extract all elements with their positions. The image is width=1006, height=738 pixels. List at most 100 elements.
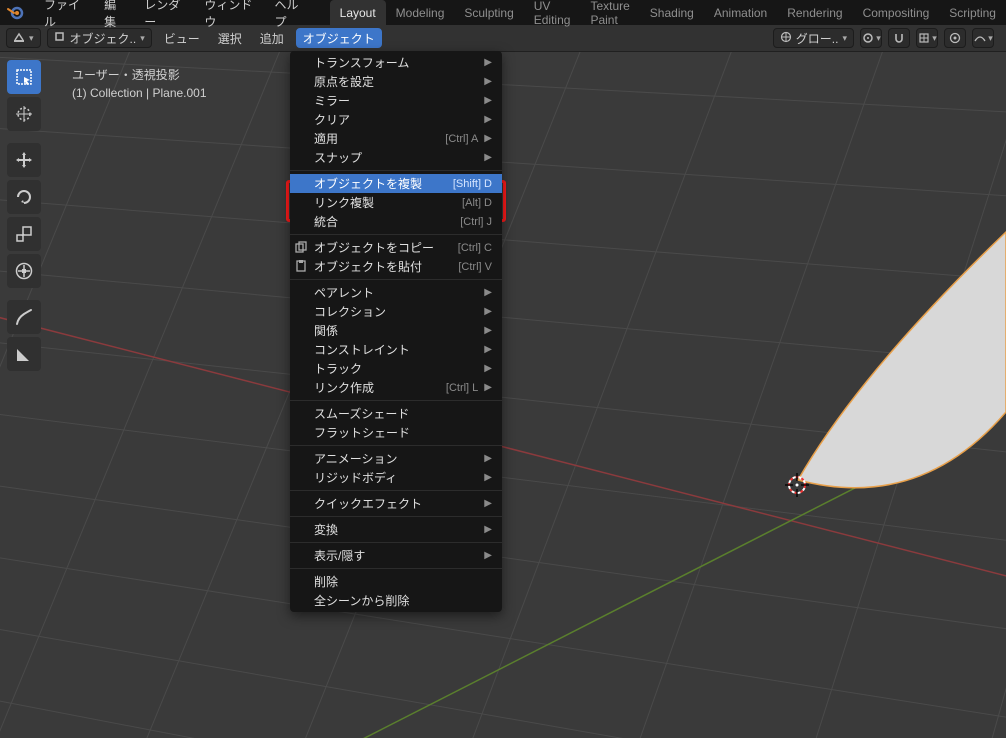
menu-item[interactable]: 全シーンから削除 <box>290 591 502 610</box>
3d-viewport[interactable]: ユーザー・透視投影 (1) Collection | Plane.001 <box>0 52 1006 738</box>
menu-item-label: リンク複製 <box>314 194 374 211</box>
tool-rotate[interactable] <box>7 180 41 214</box>
tool-annotate[interactable] <box>7 300 41 334</box>
menu-item-label: ミラー <box>314 92 350 109</box>
proportional-falloff[interactable]: ▾ <box>972 28 994 48</box>
tool-scale[interactable] <box>7 217 41 251</box>
overlay-collection: (1) Collection | Plane.001 <box>72 84 207 102</box>
menu-file[interactable]: ファイル <box>34 0 94 25</box>
chevron-right-icon: ▶ <box>484 133 492 144</box>
menu-item[interactable]: 原点を設定▶ <box>290 72 502 91</box>
menu-item-label: クイックエフェクト <box>314 495 422 512</box>
menu-item[interactable]: スムーズシェード <box>290 404 502 423</box>
menu-separator <box>290 568 502 569</box>
chevron-right-icon: ▶ <box>484 114 492 125</box>
menu-item-label: 全シーンから削除 <box>314 592 409 609</box>
menu-item[interactable]: 表示/隠す ▶ <box>290 546 502 565</box>
tool-cursor[interactable] <box>7 97 41 131</box>
menu-add[interactable]: 追加 <box>254 28 290 48</box>
paste-icon <box>294 259 310 275</box>
chevron-right-icon: ▶ <box>484 325 492 336</box>
snap-toggle[interactable] <box>888 28 910 48</box>
menu-select[interactable]: 選択 <box>212 28 248 48</box>
menu-item[interactable]: リンク作成[Ctrl] L▶ <box>290 378 502 397</box>
orientation-selector[interactable]: グロー.. ▾ <box>773 28 854 48</box>
menu-item-label: トランスフォーム <box>314 54 409 71</box>
menu-view[interactable]: ビュー <box>158 28 206 48</box>
copy-icon <box>294 240 310 256</box>
menu-item[interactable]: 変換▶ <box>290 520 502 539</box>
menu-item[interactable]: オブジェクトを貼付[Ctrl] V <box>290 257 502 276</box>
menu-item-label: 変換 <box>314 521 338 538</box>
tool-move[interactable] <box>7 143 41 177</box>
chevron-right-icon: ▶ <box>484 152 492 163</box>
menu-item[interactable]: オブジェクトをコピー[Ctrl] C <box>290 238 502 257</box>
chevron-right-icon: ▶ <box>484 95 492 106</box>
tool-transform[interactable] <box>7 254 41 288</box>
tab-rendering[interactable]: Rendering <box>777 0 852 25</box>
menu-item[interactable]: 削除 <box>290 572 502 591</box>
menu-separator <box>290 516 502 517</box>
menu-item[interactable]: コレクション▶ <box>290 302 502 321</box>
menu-edit[interactable]: 編集 <box>94 0 134 25</box>
menu-item-label: リンク作成 <box>314 379 374 396</box>
tab-modeling[interactable]: Modeling <box>386 0 455 25</box>
tool-select-box[interactable] <box>7 60 41 94</box>
chevron-right-icon: ▶ <box>484 57 492 68</box>
menu-item-label: クリア <box>314 111 350 128</box>
mode-selector[interactable]: オブジェク.. ▾ <box>47 28 152 48</box>
menu-item[interactable]: トラック▶ <box>290 359 502 378</box>
tab-shading[interactable]: Shading <box>640 0 704 25</box>
menu-shortcut: [Ctrl] L <box>446 382 478 394</box>
chevron-right-icon: ▶ <box>484 550 492 561</box>
menu-item[interactable]: クリア ▶ <box>290 110 502 129</box>
menu-help[interactable]: ヘルプ <box>265 0 315 25</box>
proportional-edit-toggle[interactable] <box>944 28 966 48</box>
object-mode-icon <box>54 31 66 46</box>
menu-separator <box>290 445 502 446</box>
menu-item[interactable]: トランスフォーム ▶ <box>290 53 502 72</box>
tab-scripting[interactable]: Scripting <box>939 0 1006 25</box>
menu-item-label: 表示/隠す <box>314 547 365 564</box>
tool-measure[interactable] <box>7 337 41 371</box>
menu-object[interactable]: オブジェクト <box>296 28 382 48</box>
menu-render[interactable]: レンダー <box>134 0 194 25</box>
menu-item-label: コンストレイント <box>314 341 410 358</box>
menu-item[interactable]: スナップ▶ <box>290 148 502 167</box>
chevron-down-icon: ▾ <box>988 33 993 44</box>
menu-separator <box>290 170 502 171</box>
menu-item[interactable]: コンストレイント▶ <box>290 340 502 359</box>
menu-item[interactable]: ペアレント▶ <box>290 283 502 302</box>
menu-item[interactable]: 統合[Ctrl] J <box>290 212 502 231</box>
menu-item[interactable]: リンク複製[Alt] D <box>290 193 502 212</box>
menu-separator <box>290 400 502 401</box>
pivot-selector[interactable]: ▾ <box>860 28 882 48</box>
globe-icon <box>780 31 792 46</box>
menu-item[interactable]: アニメーション▶ <box>290 449 502 468</box>
menu-item[interactable]: ミラー ▶ <box>290 91 502 110</box>
menu-item[interactable]: オブジェクトを複製[Shift] D <box>290 174 502 193</box>
menu-item[interactable]: 適用[Ctrl] A▶ <box>290 129 502 148</box>
menu-item-label: 関係 <box>314 322 338 339</box>
mode-label: オブジェク.. <box>70 30 137 47</box>
menu-item[interactable]: クイックエフェクト▶ <box>290 494 502 513</box>
tab-texture-paint[interactable]: Texture Paint <box>580 0 639 25</box>
tab-animation[interactable]: Animation <box>704 0 777 25</box>
menu-item-label: トラック <box>314 360 362 377</box>
viewport-overlay: ユーザー・透視投影 (1) Collection | Plane.001 <box>72 66 207 102</box>
snap-options[interactable]: ▾ <box>916 28 938 48</box>
tab-sculpting[interactable]: Sculpting <box>454 0 523 25</box>
chevron-right-icon: ▶ <box>484 472 492 483</box>
menu-item[interactable]: リジッドボディ▶ <box>290 468 502 487</box>
viewport-header: ▾ オブジェク.. ▾ ビュー 選択 追加 オブジェクト グロー.. ▾ ▾ ▾ <box>0 25 1006 52</box>
menu-window[interactable]: ウィンドウ <box>194 0 264 25</box>
menu-item[interactable]: フラットシェード <box>290 423 502 442</box>
menu-item-label: 統合 <box>314 213 338 230</box>
chevron-right-icon: ▶ <box>484 306 492 317</box>
chevron-down-icon: ▾ <box>140 33 145 44</box>
tab-layout[interactable]: Layout <box>330 0 386 25</box>
menu-item[interactable]: 関係 ▶ <box>290 321 502 340</box>
tab-compositing[interactable]: Compositing <box>853 0 940 25</box>
tab-uv-editing[interactable]: UV Editing <box>524 0 581 25</box>
editor-type-selector[interactable]: ▾ <box>6 28 41 48</box>
